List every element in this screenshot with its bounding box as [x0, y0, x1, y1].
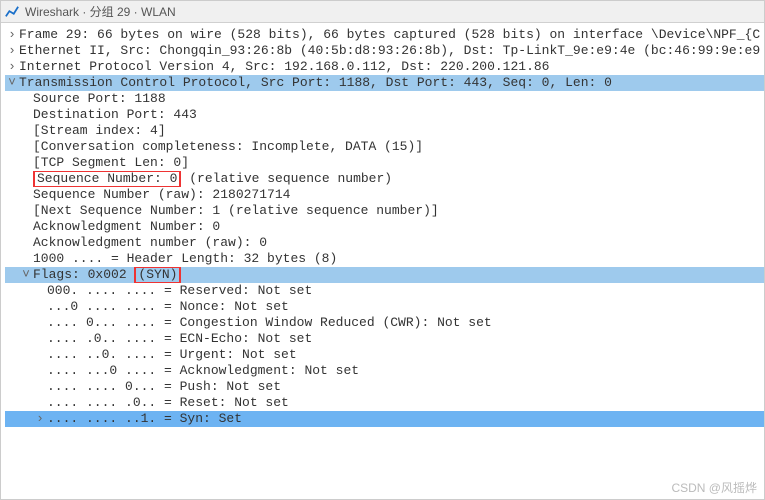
- tree-label: [Stream index: 4]: [33, 123, 760, 139]
- expand-icon[interactable]: ›: [33, 411, 47, 427]
- flags-prefix: Flags: 0x002: [33, 267, 134, 282]
- tree-row-source-port[interactable]: Source Port: 1188: [5, 91, 764, 107]
- tree-row-frame[interactable]: › Frame 29: 66 bytes on wire (528 bits),…: [5, 27, 764, 43]
- tree-row-flag-syn[interactable]: › .... .... ..1. = Syn: Set: [5, 411, 764, 427]
- tree-label: .... .... ..1. = Syn: Set: [47, 411, 760, 427]
- tree-label: Acknowledgment number (raw): 0: [33, 235, 760, 251]
- tree-row-flag-nonce[interactable]: ...0 .... .... = Nonce: Not set: [5, 299, 764, 315]
- tree-row-segment-len[interactable]: [TCP Segment Len: 0]: [5, 155, 764, 171]
- tree-label: Sequence Number (raw): 2180271714: [33, 187, 760, 203]
- highlight-seqnum: Sequence Number: 0: [33, 171, 181, 187]
- collapse-icon[interactable]: ˅: [5, 75, 19, 91]
- tree-row-flag-urgent[interactable]: .... ..0. .... = Urgent: Not set: [5, 347, 764, 363]
- expand-icon[interactable]: ›: [5, 43, 19, 59]
- tree-row-ip[interactable]: › Internet Protocol Version 4, Src: 192.…: [5, 59, 764, 75]
- tree-row-flag-reset[interactable]: .... .... .0.. = Reset: Not set: [5, 395, 764, 411]
- tree-row-ethernet[interactable]: › Ethernet II, Src: Chongqin_93:26:8b (4…: [5, 43, 764, 59]
- expand-icon[interactable]: ›: [5, 59, 19, 75]
- tree-label: [Conversation completeness: Incomplete, …: [33, 139, 760, 155]
- tree-label: Sequence Number: 0 (relative sequence nu…: [33, 171, 760, 187]
- tree-row-flag-cwr[interactable]: .... 0... .... = Congestion Window Reduc…: [5, 315, 764, 331]
- tree-row-next-sequence[interactable]: [Next Sequence Number: 1 (relative seque…: [5, 203, 764, 219]
- tree-row-tcp[interactable]: ˅ Transmission Control Protocol, Src Por…: [5, 75, 764, 91]
- tree-row-header-length[interactable]: 1000 .... = Header Length: 32 bytes (8): [5, 251, 764, 267]
- tree-label: Internet Protocol Version 4, Src: 192.16…: [19, 59, 760, 75]
- tree-label: Acknowledgment Number: 0: [33, 219, 760, 235]
- tree-row-flag-push[interactable]: .... .... 0... = Push: Not set: [5, 379, 764, 395]
- collapse-icon[interactable]: ˅: [19, 267, 33, 283]
- highlight-syn: (SYN): [134, 267, 181, 283]
- app-icon: [5, 5, 19, 19]
- tree-row-flags[interactable]: ˅ Flags: 0x002 (SYN): [5, 267, 764, 283]
- tree-row-sequence-number[interactable]: Sequence Number: 0 (relative sequence nu…: [5, 171, 764, 187]
- window-title: Wireshark · 分组 29 · WLAN: [25, 4, 176, 20]
- tree-label: Transmission Control Protocol, Src Port:…: [19, 75, 760, 91]
- packet-details-tree: › Frame 29: 66 bytes on wire (528 bits),…: [1, 23, 764, 431]
- expand-icon[interactable]: ›: [5, 27, 19, 43]
- watermark: CSDN @风摇烨: [671, 480, 757, 496]
- tree-label: Flags: 0x002 (SYN): [33, 267, 760, 283]
- tree-label: [TCP Segment Len: 0]: [33, 155, 760, 171]
- tree-label: Source Port: 1188: [33, 91, 760, 107]
- tree-label: .... ..0. .... = Urgent: Not set: [47, 347, 760, 363]
- tree-label: Destination Port: 443: [33, 107, 760, 123]
- tree-row-sequence-raw[interactable]: Sequence Number (raw): 2180271714: [5, 187, 764, 203]
- tree-label: .... .0.. .... = ECN-Echo: Not set: [47, 331, 760, 347]
- tree-label: ...0 .... .... = Nonce: Not set: [47, 299, 760, 315]
- window-titlebar: Wireshark · 分组 29 · WLAN: [1, 1, 764, 23]
- tree-label: .... ...0 .... = Acknowledgment: Not set: [47, 363, 760, 379]
- tree-label-tail: (relative sequence number): [181, 171, 392, 186]
- tree-label: Frame 29: 66 bytes on wire (528 bits), 6…: [19, 27, 760, 43]
- tree-label: 1000 .... = Header Length: 32 bytes (8): [33, 251, 760, 267]
- tree-row-dest-port[interactable]: Destination Port: 443: [5, 107, 764, 123]
- tree-label: .... .... 0... = Push: Not set: [47, 379, 760, 395]
- tree-row-ack-number[interactable]: Acknowledgment Number: 0: [5, 219, 764, 235]
- tree-label: .... 0... .... = Congestion Window Reduc…: [47, 315, 760, 331]
- tree-row-flag-ecn[interactable]: .... .0.. .... = ECN-Echo: Not set: [5, 331, 764, 347]
- tree-row-ack-raw[interactable]: Acknowledgment number (raw): 0: [5, 235, 764, 251]
- tree-row-flag-reserved[interactable]: 000. .... .... = Reserved: Not set: [5, 283, 764, 299]
- tree-label: Ethernet II, Src: Chongqin_93:26:8b (40:…: [19, 43, 760, 59]
- tree-row-conversation[interactable]: [Conversation completeness: Incomplete, …: [5, 139, 764, 155]
- tree-label: .... .... .0.. = Reset: Not set: [47, 395, 760, 411]
- tree-label: 000. .... .... = Reserved: Not set: [47, 283, 760, 299]
- tree-label: [Next Sequence Number: 1 (relative seque…: [33, 203, 760, 219]
- tree-row-flag-ack[interactable]: .... ...0 .... = Acknowledgment: Not set: [5, 363, 764, 379]
- tree-row-stream-index[interactable]: [Stream index: 4]: [5, 123, 764, 139]
